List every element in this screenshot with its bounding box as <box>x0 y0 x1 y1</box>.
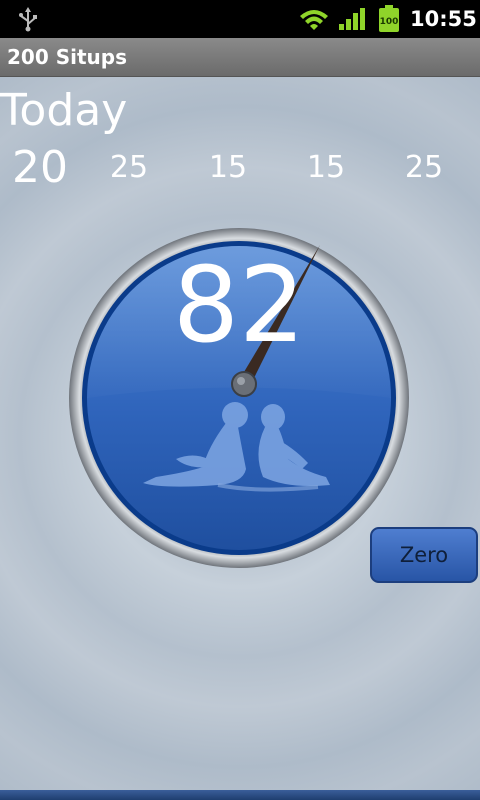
app-title: 200 Situps <box>7 45 127 69</box>
status-bar: 100 10:55 <box>0 0 480 38</box>
zero-button[interactable]: Zero <box>370 527 478 583</box>
set-value: 25 <box>109 150 149 185</box>
situp-count: 82 <box>172 244 306 366</box>
sets-row: 20 25 15 15 25 <box>0 143 480 193</box>
set-value: 15 <box>306 150 346 185</box>
main-content: Today 20 25 15 15 25 82 Zero <box>0 77 480 790</box>
battery-label: 100 <box>380 17 399 27</box>
set-value: 20 <box>12 142 68 193</box>
bottom-bar <box>0 790 480 800</box>
signal-icon <box>339 8 365 30</box>
usb-icon <box>19 7 37 32</box>
battery-icon: 100 <box>379 5 399 32</box>
status-time: 10:55 <box>410 7 477 31</box>
wifi-icon <box>300 10 328 30</box>
title-bar: 200 Situps <box>0 38 480 77</box>
today-label: Today <box>0 85 128 136</box>
set-value: 25 <box>404 150 444 185</box>
set-value: 15 <box>208 150 248 185</box>
